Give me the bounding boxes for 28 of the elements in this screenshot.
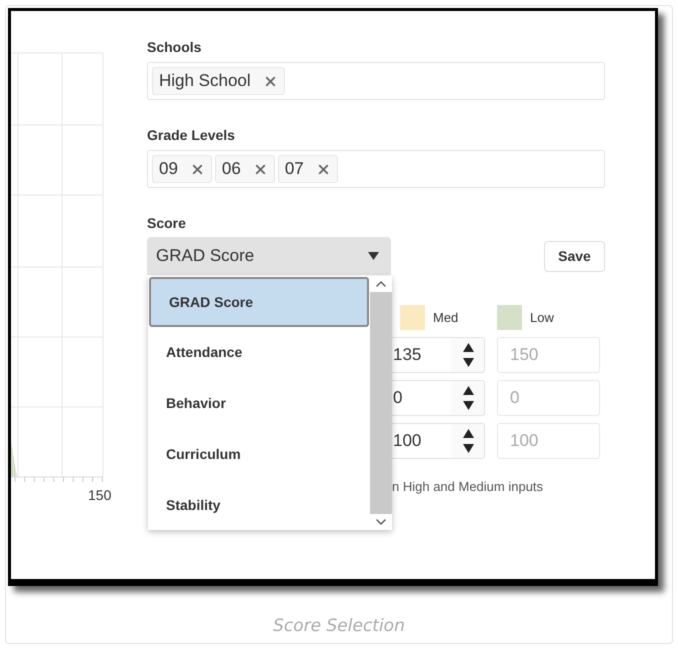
spinner-icon[interactable] xyxy=(463,343,474,367)
field-label: Schools xyxy=(147,39,202,55)
score-select[interactable]: GRAD Score xyxy=(147,237,391,275)
legend-label: Med xyxy=(433,310,458,325)
dropdown-option[interactable]: Curriculum xyxy=(148,428,370,480)
grade-tag: 07 xyxy=(278,155,338,183)
dropdown-option[interactable]: GRAD Score xyxy=(149,277,369,327)
field-label: Score xyxy=(147,215,187,231)
schools-field[interactable]: High School xyxy=(147,62,605,100)
grade-tag: 09 xyxy=(152,155,212,183)
scroll-up-icon[interactable] xyxy=(370,276,392,292)
spinner-icon[interactable] xyxy=(463,429,474,453)
dropdown-option[interactable]: Stability xyxy=(148,479,370,530)
grade-tag: 06 xyxy=(214,155,275,183)
scrollbar[interactable] xyxy=(370,276,392,530)
spinner-icon[interactable] xyxy=(463,386,474,410)
caret-icon xyxy=(368,252,379,260)
field-label: Grade Levels xyxy=(147,127,236,143)
axis-label: 150 xyxy=(88,487,112,503)
scroll-down-icon[interactable] xyxy=(370,514,392,530)
grade-levels-field[interactable]: 09 06 07 xyxy=(147,150,605,188)
figure-caption: Score Selection xyxy=(272,616,406,636)
dropdown-option[interactable]: Attendance xyxy=(148,326,370,378)
dropdown-option[interactable]: Behavior xyxy=(148,378,370,428)
school-tag: High School xyxy=(152,67,285,95)
hint-text: n High and Medium inputs xyxy=(392,479,544,494)
save-button[interactable]: Save xyxy=(544,240,605,272)
legend-label: Low xyxy=(530,310,554,325)
